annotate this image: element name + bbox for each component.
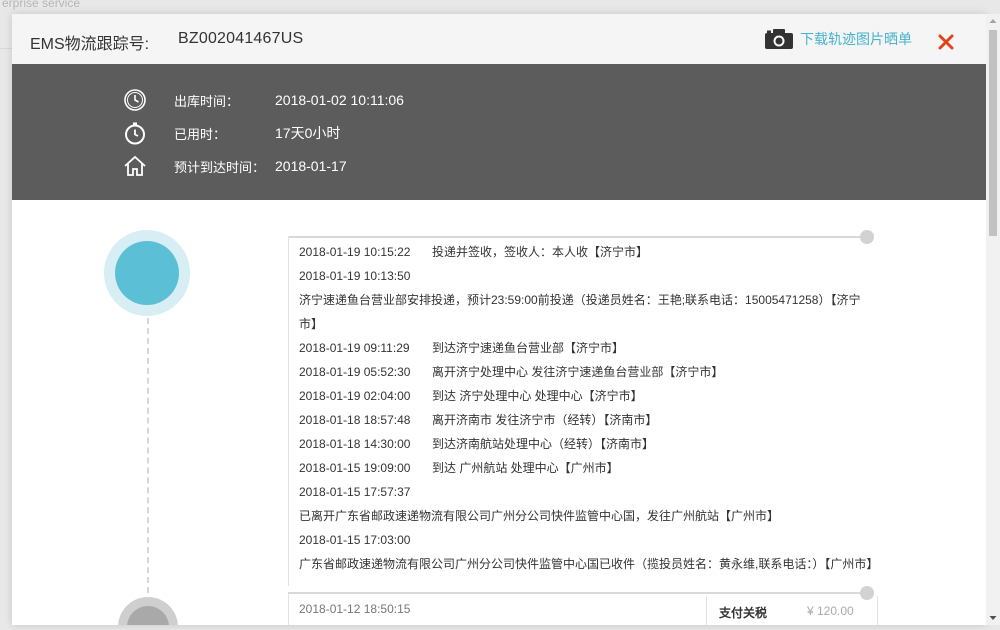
- tracking-event-time: 2018-01-19 02:04:00: [299, 389, 411, 403]
- download-label: 下载轨迹图片晒单: [800, 31, 912, 47]
- tracking-event-row: 已离开广东省邮政速递物流有限公司广州分公司快件监管中心国，发往广州航站【广州市】: [299, 504, 874, 528]
- tracking-event-row: 2018-01-19 10:15:22 投递并签收，签收人：本人收【济宁市】: [299, 240, 889, 264]
- download-track-image-link[interactable]: 下载轨迹图片晒单: [764, 27, 912, 51]
- elapsed-time-row: 已用时： 17天0小时: [122, 121, 340, 145]
- timeline-node-second: [118, 597, 178, 625]
- tracking-event-time: 2018-01-15 17:03:00: [299, 533, 411, 547]
- outbound-time-value: 2018-01-02 10:11:06: [275, 92, 404, 108]
- tracking-event-row: 2018-01-18 18:57:48 离开济南市 发往济宁市（经转）【济南市】: [299, 408, 889, 432]
- elapsed-time-value: 17天0小时: [275, 125, 341, 141]
- tracking-event-description: 投递并签收，签收人：本人收【济宁市】: [432, 245, 649, 259]
- timeline-node-active: [104, 230, 190, 316]
- tracking-number: BZ002041467US: [178, 30, 304, 47]
- tracking-event-description: 到达济宁速递鱼台营业部【济宁市】: [432, 341, 625, 355]
- tracking-event-row: 2018-01-15 17:03:00: [299, 528, 889, 552]
- outbound-time-label: 出库时间：: [174, 93, 240, 109]
- clock-icon: [122, 88, 148, 112]
- duty-payment-box: 支付关税 ¥ 120.00: [706, 596, 878, 625]
- tracking-event-time: 2018-01-19 10:15:22: [299, 245, 411, 259]
- tracking-event-description: 济宁速递鱼台营业部安排投递，预计23:59:00前投递（投递员姓名：王艳;联系电…: [299, 293, 861, 331]
- tracking-event-time: 2018-01-18 18:57:48: [299, 413, 411, 427]
- tracking-event-description: 离开济宁处理中心 发往济宁速递鱼台营业部【济宁市】: [432, 365, 724, 379]
- eta-value: 2018-01-17: [275, 158, 347, 174]
- shipment-info-bar: 出库时间： 2018-01-02 10:11:06 已用时： 17天0小时 预计…: [12, 64, 986, 200]
- camera-icon: [765, 29, 793, 49]
- tracking-event-time: 2018-01-18 14:30:00: [299, 437, 411, 451]
- tracking-event-row: 2018-01-19 05:52:30 离开济宁处理中心 发往济宁速递鱼台营业部【…: [299, 360, 889, 384]
- duty-payment-value: ¥ 120.00: [807, 604, 854, 618]
- eta-label: 预计到达时间：: [174, 159, 266, 175]
- home-icon: [122, 154, 148, 178]
- tracking-event-description: 广东省邮政速递物流有限公司广州分公司快件监管中心国已收件（揽投员姓名：黄永维,联…: [299, 557, 879, 571]
- tracking-event-description: 到达 广州航站 处理中心【广州市】: [432, 461, 619, 475]
- vertical-scrollbar[interactable]: [986, 14, 1000, 625]
- tracking-event-row: 2018-01-15 19:09:00 到达 广州航站 处理中心【广州市】: [299, 456, 889, 480]
- track-section-top-line: [288, 236, 866, 238]
- track-section-left-line: [288, 236, 289, 586]
- second-section-left-line: [288, 593, 289, 625]
- tracking-event-row: 2018-01-18 14:30:00 到达济南航站处理中心（经转）【济南市】: [299, 432, 889, 456]
- tracking-event-time: 2018-01-19 05:52:30: [299, 365, 411, 379]
- tracking-events-list: 2018-01-19 10:15:22 投递并签收，签收人：本人收【济宁市】 201…: [299, 240, 889, 576]
- tracking-event-description: 到达 济宁处理中心 处理中心【济宁市】: [432, 389, 643, 403]
- duty-payment-label: 支付关税: [719, 606, 768, 620]
- scroll-down-arrow-icon[interactable]: [986, 611, 1000, 625]
- tracking-event-row: 济宁速递鱼台营业部安排投递，预计23:59:00前投递（投递员姓名：王艳;联系电…: [299, 288, 874, 336]
- tracking-modal: EMS物流跟踪号: BZ002041467US 下载轨迹图片晒单 出库时间： 2…: [12, 14, 986, 625]
- close-button[interactable]: [938, 34, 954, 50]
- tracking-event-time: 2018-01-15 19:09:00: [299, 461, 411, 475]
- timeline-dashed-line: [147, 318, 149, 593]
- tracking-title-label: EMS物流跟踪号:: [30, 36, 150, 53]
- tracking-event-description: 已离开广东省邮政速递物流有限公司广州分公司快件监管中心国，发往广州航站【广州市】: [299, 509, 780, 523]
- second-section-top-line: [288, 592, 866, 594]
- outbound-time-row: 出库时间： 2018-01-02 10:11:06: [122, 88, 404, 112]
- tracking-event-description: 离开济南市 发往济宁市（经转）【济南市】: [432, 413, 658, 427]
- timeline-node-second-inner: [127, 606, 169, 625]
- tracking-event-time: 2018-01-19 09:11:29: [299, 341, 410, 355]
- close-icon: [938, 34, 954, 50]
- elapsed-time-label: 已用时：: [174, 126, 227, 142]
- tracking-event-time: 2018-01-15 17:57:37: [299, 485, 411, 499]
- tracking-event-time: 2018-01-19 10:13:50: [299, 269, 411, 283]
- eta-row: 预计到达时间： 2018-01-17: [122, 154, 347, 178]
- tracking-event-row: 2018-01-15 17:57:37: [299, 480, 889, 504]
- scroll-up-arrow-icon[interactable]: [986, 14, 1000, 28]
- second-section-time: 2018-01-12 18:50:15: [299, 602, 411, 616]
- scrollbar-thumb[interactable]: [989, 30, 997, 236]
- tracking-event-row: 2018-01-19 10:13:50: [299, 264, 889, 288]
- tracking-event-row: 广东省邮政速递物流有限公司广州分公司快件监管中心国已收件（揽投员姓名：黄永维,联…: [299, 552, 878, 576]
- modal-header: EMS物流跟踪号: BZ002041467US 下载轨迹图片晒单: [12, 14, 986, 64]
- timeline-node-inner: [115, 241, 179, 305]
- tracking-event-row: 2018-01-19 09:11:29 到达济宁速递鱼台营业部【济宁市】: [299, 336, 889, 360]
- tracking-content: 2018-01-19 10:15:22 投递并签收，签收人：本人收【济宁市】 201…: [12, 200, 986, 625]
- tracking-event-row: 2018-01-19 02:04:00 到达 济宁处理中心 处理中心【济宁市】: [299, 384, 889, 408]
- stopwatch-icon: [122, 121, 148, 145]
- tracking-event-description: 到达济南航站处理中心（经转）【济南市】: [432, 437, 655, 451]
